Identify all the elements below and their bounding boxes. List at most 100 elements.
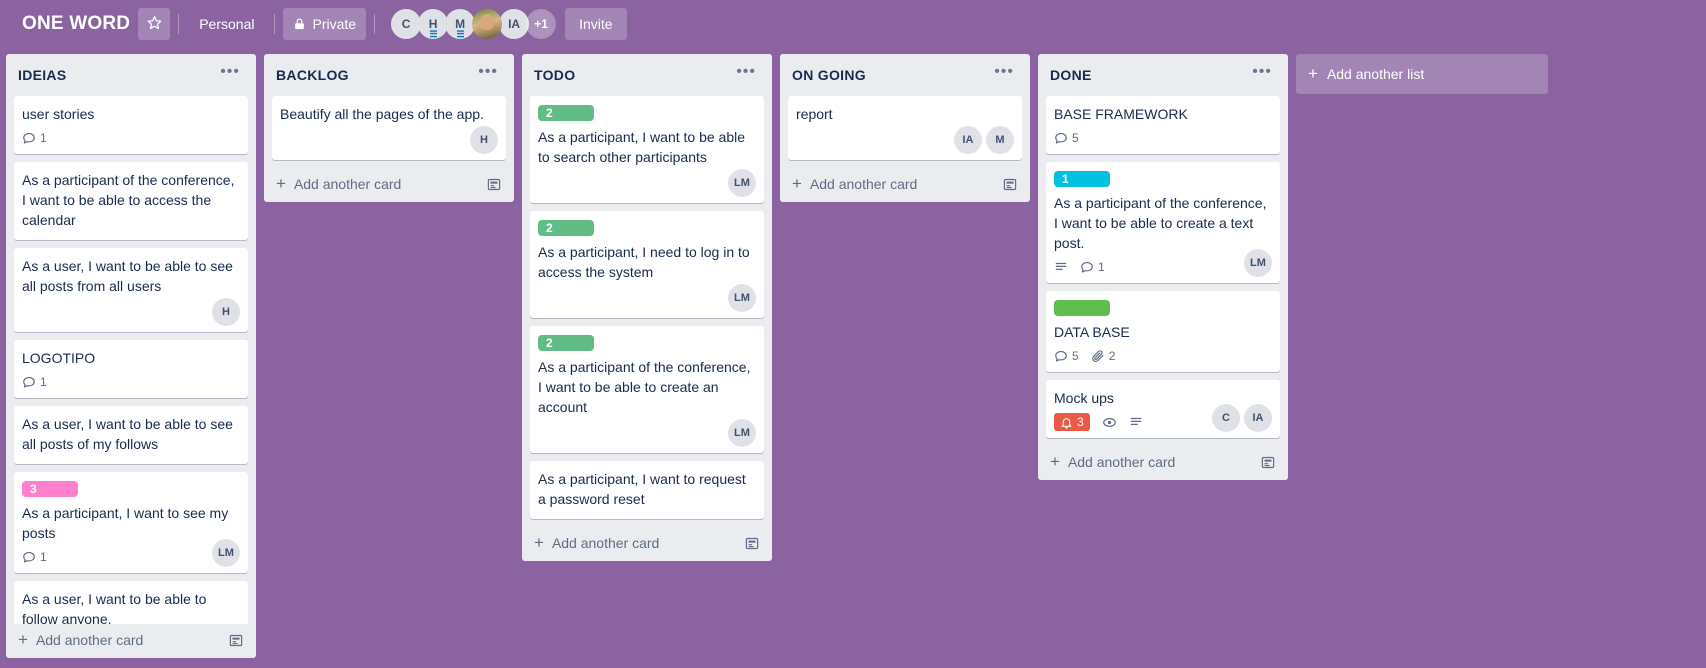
card-title: As a participant of the conference, I wa… <box>22 172 235 228</box>
card-template-icon[interactable] <box>1260 455 1276 470</box>
card-badge-spacer <box>538 171 756 197</box>
card[interactable]: 3 As a participant, I want to see my post… <box>14 472 248 573</box>
avatar-overflow-label: +1 <box>534 17 548 31</box>
add-card-footer[interactable]: + Add another card <box>522 527 772 561</box>
add-card-footer[interactable]: + Add another card <box>264 168 514 202</box>
card-template-icon[interactable] <box>1002 177 1018 192</box>
list-menu-icon[interactable]: ••• <box>1246 64 1278 85</box>
wave-badge-icon: ☰ <box>429 29 438 39</box>
add-list-button[interactable]: + Add another list <box>1296 54 1548 94</box>
card-member-avatar[interactable]: LM <box>212 539 240 567</box>
card-title: As a participant, I need to log in to ac… <box>538 244 750 280</box>
card-member-avatar[interactable]: H <box>470 126 498 154</box>
card-template-icon[interactable] <box>228 633 244 648</box>
card-member-avatar[interactable]: LM <box>728 284 756 312</box>
card[interactable]: user stories 1 <box>14 96 248 154</box>
invite-button[interactable]: Invite <box>565 8 627 40</box>
header-divider-2 <box>274 14 276 34</box>
card[interactable]: BASE FRAMEWORK 5 <box>1046 96 1280 154</box>
board-canvas: IDEIAS ••• user stories 1 As a participant o… <box>0 48 1706 668</box>
card-member-avatar[interactable]: H <box>212 298 240 326</box>
card[interactable]: As a participant, I want to request a pa… <box>530 461 764 519</box>
comment-badge: 5 <box>1054 349 1079 363</box>
list-menu-icon[interactable]: ••• <box>214 64 246 85</box>
avatar[interactable]: IA <box>499 9 530 39</box>
add-card-button[interactable]: + Add another card <box>1050 453 1175 470</box>
card-member-avatar[interactable]: C <box>1212 404 1240 432</box>
comment-icon <box>22 550 36 564</box>
add-card-button[interactable]: + Add another card <box>276 175 401 192</box>
card[interactable]: 2 As a participant, I want to be able to … <box>530 96 764 203</box>
list-header: BACKLOG ••• <box>264 54 514 96</box>
card-label[interactable]: 1 <box>1054 171 1110 187</box>
card-member-avatar[interactable]: LM <box>1244 249 1272 277</box>
card-title: BASE FRAMEWORK <box>1054 106 1188 122</box>
visibility-button[interactable]: Private <box>283 8 367 40</box>
header-divider-1 <box>178 14 180 34</box>
avatar[interactable]: C <box>391 9 422 39</box>
list-menu-icon[interactable]: ••• <box>730 64 762 85</box>
list-title[interactable]: TODO <box>534 67 575 83</box>
card[interactable]: 1 As a participant of the conference, I w… <box>1046 162 1280 283</box>
card-label[interactable]: 2 <box>538 335 594 351</box>
card-template-icon[interactable] <box>744 536 760 551</box>
avatar[interactable]: H ☰ <box>418 9 449 39</box>
card[interactable]: As a user, I want to be able to see all … <box>14 406 248 464</box>
card-label[interactable]: 2 <box>538 105 594 121</box>
add-card-button[interactable]: + Add another card <box>534 534 659 551</box>
description-icon <box>1129 415 1143 429</box>
card-title: As a user, I want to be able to follow a… <box>22 591 207 624</box>
card-member-avatar[interactable]: IA <box>1244 404 1272 432</box>
card-label[interactable] <box>1054 300 1110 316</box>
comment-icon <box>1054 131 1068 145</box>
attachment-badge: 2 <box>1091 349 1115 363</box>
card[interactable]: As a participant of the conference, I wa… <box>14 162 248 240</box>
comment-badge: 1 <box>22 375 47 389</box>
card-badges: 1 <box>22 547 240 567</box>
add-card-footer[interactable]: + Add another card <box>1038 446 1288 480</box>
card[interactable]: LOGOTIPO 1 <box>14 340 248 398</box>
card[interactable]: report IA M <box>788 96 1022 160</box>
card-label[interactable]: 2 <box>538 220 594 236</box>
card-members: IA M <box>954 126 1014 154</box>
star-button[interactable] <box>138 8 171 40</box>
card-badges: 52 <box>1054 346 1272 366</box>
card-member-avatar[interactable]: IA <box>954 126 982 154</box>
list-title[interactable]: DONE <box>1050 67 1092 83</box>
card[interactable]: 2 As a participant of the conference, I w… <box>530 326 764 453</box>
card-badge-spacer <box>22 300 240 326</box>
workspace-button[interactable]: Personal <box>187 8 266 40</box>
card[interactable]: As a user, I want to be able to follow a… <box>14 581 248 624</box>
lock-icon <box>293 17 306 31</box>
add-card-button[interactable]: + Add another card <box>18 631 143 648</box>
card-member-avatar[interactable]: M <box>986 126 1014 154</box>
add-card-footer[interactable]: + Add another card <box>780 168 1030 202</box>
card-members: LM <box>212 539 240 567</box>
card-label[interactable]: 3 <box>22 481 78 497</box>
card[interactable]: DATA BASE 5 2 <box>1046 291 1280 372</box>
card-members: LM <box>728 284 756 312</box>
add-card-footer[interactable]: + Add another card <box>6 624 256 658</box>
list-backlog: BACKLOG ••• Beautify all the pages of the … <box>264 54 514 202</box>
add-card-button[interactable]: + Add another card <box>792 175 917 192</box>
card-members: LM <box>728 419 756 447</box>
card[interactable]: Mock ups 3 C IA <box>1046 380 1280 438</box>
list-title[interactable]: ON GOING <box>792 67 866 83</box>
avatar-photo[interactable] <box>472 9 503 39</box>
card-member-avatar[interactable]: LM <box>728 169 756 197</box>
list-title[interactable]: BACKLOG <box>276 67 349 83</box>
list-menu-icon[interactable]: ••• <box>988 64 1020 85</box>
comment-badge: 5 <box>1054 131 1079 145</box>
card[interactable]: As a user, I want to be able to see all … <box>14 248 248 332</box>
card-title: As a user, I want to be able to see all … <box>22 416 233 452</box>
card-member-avatar[interactable]: LM <box>728 419 756 447</box>
list-title[interactable]: IDEIAS <box>18 67 66 83</box>
card[interactable]: 2 As a participant, I need to log in to a… <box>530 211 764 318</box>
eye-icon <box>1102 415 1117 430</box>
avatar-overflow[interactable]: +1 <box>526 9 557 39</box>
avatar[interactable]: M ☰ <box>445 9 476 39</box>
card-badges: 1 <box>1054 257 1272 277</box>
card[interactable]: Beautify all the pages of the app. H <box>272 96 506 160</box>
list-menu-icon[interactable]: ••• <box>472 64 504 85</box>
card-template-icon[interactable] <box>486 177 502 192</box>
